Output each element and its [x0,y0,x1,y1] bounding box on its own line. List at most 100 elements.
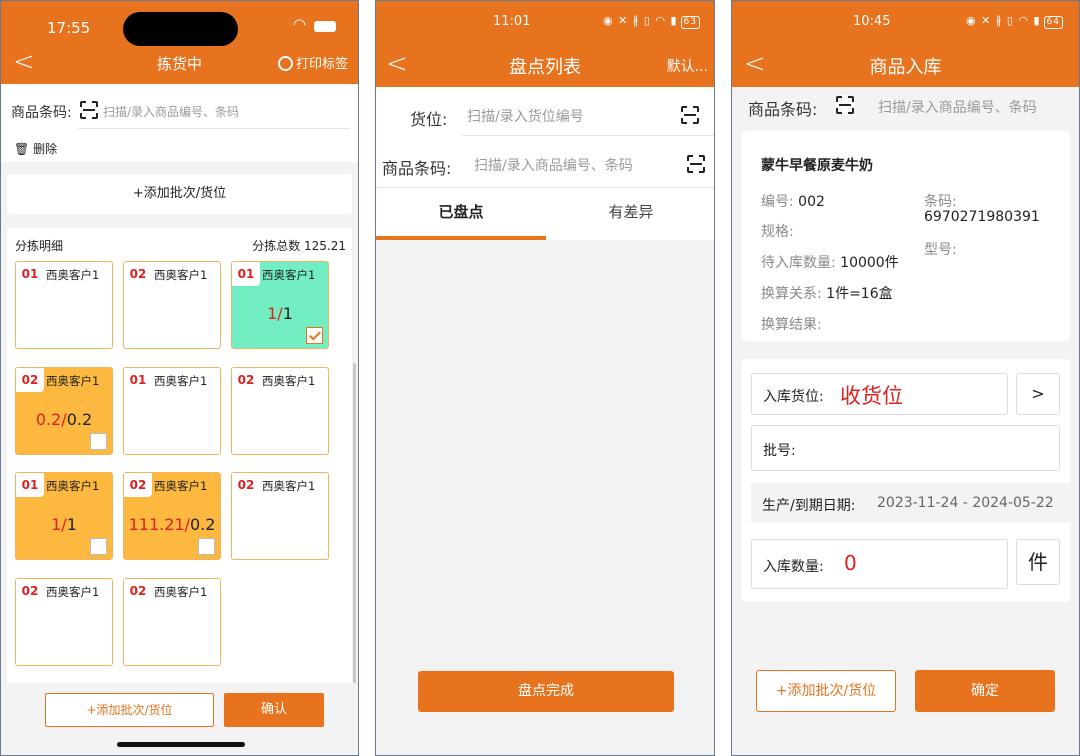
receiving-form: 入库货位: 收货位 > 批号: 生产/到期日期: 2023-11-24 - 20… [742,359,1070,602]
conversion-label: 换算关系: [761,286,822,302]
cell-quantity: 1/1 [16,515,112,534]
location-label: 入库货位: [763,389,824,405]
conversion-info: 换算关系: 1件=16盒 [761,283,893,303]
pick-cell[interactable]: 02 西奥客户1 0.2/0.2 [15,367,113,455]
checkbox-icon[interactable] [90,538,107,555]
pick-cell[interactable]: 01 西奥客户1 1/1 [231,261,329,349]
cell-customer: 西奥客户1 [46,268,100,282]
add-batch-button[interactable]: +添加批次/货位 [7,174,352,214]
date-row[interactable]: 生产/到期日期: 2023-11-24 - 2024-05-22 [751,483,1070,523]
scan-icon[interactable] [680,105,700,125]
header-bar: 11:01 ◉ ✕ ∦ ▯ ◠ ▮ 63 < 盘点列表 默认... [376,1,714,87]
home-indicator [117,742,245,747]
cell-customer: 西奥客户1 [262,479,316,493]
receiving-screen: 10:45 ◉ ✕ ∦ ▯ ◠ ▮ 64 < 商品入库 商品条码: 扫描/录入商品… [731,0,1080,756]
barcode-label: 商品条码: [382,159,452,178]
cell-customer: 西奥客户1 [262,268,316,282]
location-label: 货位: [410,110,448,129]
input-underline [462,135,714,136]
code-value: 002 [798,194,825,210]
cell-customer: 西奥客户1 [46,374,100,388]
product-name: 蒙牛早餐原麦牛奶 [761,158,873,174]
pick-cell[interactable]: 02 西奥客户1 [231,367,329,455]
pick-cell[interactable]: 01 西奥客户1 [123,367,221,455]
pick-cell[interactable]: 02 西奥客户1 [123,261,221,349]
checkbox-icon[interactable] [90,433,107,450]
barcode-input[interactable]: 扫描/录入商品编号、条码 [103,103,239,120]
barcode-info-label: 条码: [924,194,957,210]
scan-icon[interactable] [686,154,706,174]
tab-discrepancy[interactable]: 有差异 [546,189,714,239]
checkbox-icon[interactable] [198,538,215,555]
cell-number: 01 [124,368,152,392]
pick-cell[interactable]: 01 西奥客户1 [15,261,113,349]
cell-quantity: 111.21/0.2 [124,515,220,534]
battery-icon: 63 [680,16,700,29]
pick-cell[interactable]: 02 西奥客户1 [231,472,329,560]
cell-customer: 西奥客户1 [262,374,316,388]
wifi-icon: ◠ [292,15,306,33]
code-info: 编号: 002 [761,191,825,211]
cell-quantity: 0.2/0.2 [16,410,112,429]
cell-number: 02 [16,368,44,392]
page-title: 盘点列表 [509,57,581,78]
location-value: 收货位 [840,384,903,408]
pending-value: 10000件 [840,255,899,271]
add-batch-button[interactable]: +添加批次/货位 [756,670,896,712]
status-time: 11:01 [493,14,531,29]
quantity-field[interactable]: 入库数量: 0 [751,539,1008,589]
model-label: 型号: [924,242,957,258]
barcode-section: 商品条码: 扫描/录入商品编号、条码 🗑 删除 [1,84,358,162]
scan-icon[interactable] [79,100,99,120]
default-menu-button[interactable]: 默认... [667,56,708,76]
finish-stocktake-button[interactable]: 盘点完成 [418,671,674,712]
dynamic-island [123,12,238,46]
header-bar: 17:55 ◠ < 拣货中 打印标签 [1,1,358,84]
scrollbar[interactable] [353,363,356,683]
status-icons-glyphs: ◉ ✕ ∦ ▯ ◠ ▮ [603,14,678,27]
conversion-result-label: 换算结果: [761,317,822,333]
scan-icon[interactable] [835,95,855,115]
pick-cell[interactable]: 02 西奥客户1 111.21/0.2 [123,472,221,560]
status-icons: ◉ ✕ ∦ ▯ ◠ ▮ 63 [603,14,700,29]
cell-number: 02 [124,262,152,286]
conversion-value: 1件=16盒 [826,286,893,302]
pick-cell[interactable]: 02 西奥客户1 [15,578,113,666]
cell-customer: 西奥客户1 [154,479,208,493]
input-underline [78,128,350,129]
confirm-button[interactable]: 确认 [224,693,324,727]
barcode-input[interactable]: 扫描/录入商品编号、条码 [878,97,1037,117]
location-picker-button[interactable]: > [1016,373,1060,415]
delete-button[interactable]: 🗑 删除 [14,140,57,157]
date-value: 2023-11-24 - 2024-05-22 [877,495,1054,511]
delete-text: 删除 [33,142,58,156]
required-qty: 0.2 [189,515,216,534]
required-qty: 0.2 [66,410,93,429]
batch-field[interactable]: 批号: [751,425,1060,471]
checkbox-icon[interactable] [306,327,323,344]
footer-add-batch-button[interactable]: +添加批次/货位 [45,693,214,727]
spec-label: 规格: [761,224,794,240]
barcode-input[interactable]: 扫描/录入商品编号、条码 [474,155,633,175]
status-time: 17:55 [47,19,91,37]
print-label-button[interactable]: 打印标签 [277,53,348,72]
cell-number: 01 [16,262,44,286]
location-field[interactable]: 入库货位: 收货位 [751,373,1008,415]
pick-cell[interactable]: 02 西奥客户1 [123,578,221,666]
quantity-label: 入库数量: [763,559,824,575]
cell-customer: 西奥客户1 [154,268,208,282]
battery-icon [314,21,336,32]
cell-number: 02 [232,473,260,497]
unit-selector[interactable]: 件 [1016,539,1060,585]
divider [376,187,714,188]
pick-cell[interactable]: 01 西奥客户1 1/1 [15,472,113,560]
location-input[interactable]: 扫描/录入货位编号 [467,106,584,126]
picked-qty: 0.2/ [35,410,67,429]
quantity-value: 0 [844,551,857,575]
cell-number: 02 [124,579,152,603]
confirm-button[interactable]: 确定 [915,670,1055,712]
tab-counted[interactable]: 已盘点 [376,189,546,239]
product-card: 蒙牛早餐原麦牛奶 编号: 002 条码: 6970271980391 规格: 型… [742,131,1070,341]
barcode-label: 商品条码: [11,105,72,121]
cell-number: 02 [232,368,260,392]
